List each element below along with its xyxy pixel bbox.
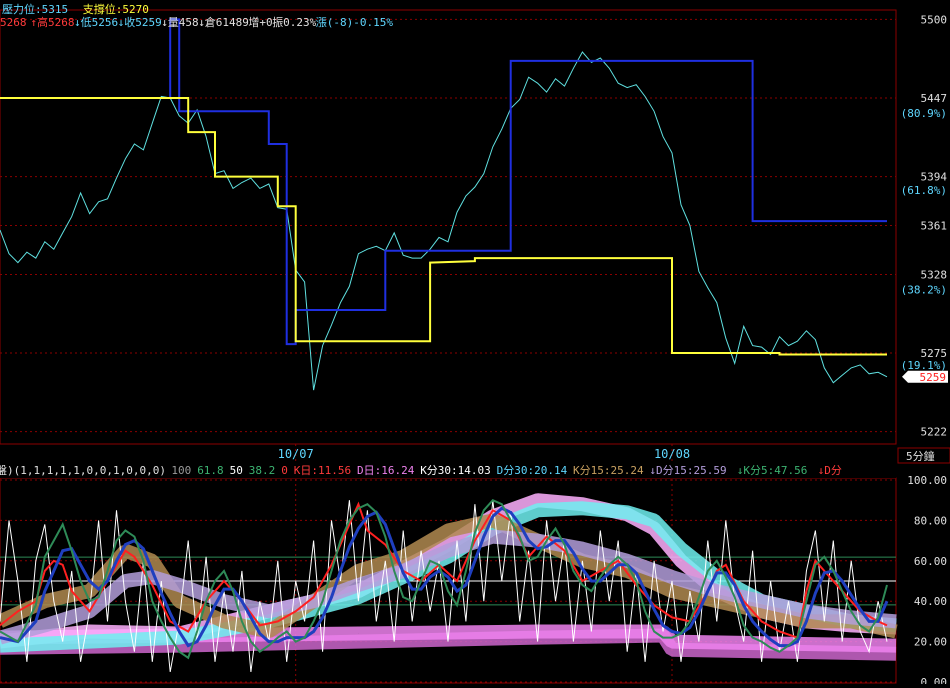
futures-chart[interactable]: 5500 5447 5394 5361 5328 5275 5222 (80.9%) (61.8… <box>0 0 950 688</box>
price-tick-label: 5447 <box>921 92 948 105</box>
timeframe-label[interactable]: 5分鐘 <box>906 449 935 463</box>
resistance-label: 壓力位:5315 <box>2 2 68 16</box>
indicator-tick-label: 40.00 <box>914 595 947 608</box>
indicator-header-item: 50 <box>230 464 243 477</box>
indicator-tick-label: 80.00 <box>914 514 947 527</box>
fib-level-label: (80.9%) <box>901 107 947 120</box>
date-label: 10/07 <box>278 447 314 461</box>
indicator-header-item: 0 <box>281 464 288 477</box>
quote-line: 5268 ↑高5268 ↓低5256 ↓收5259 ↓量458 ↓倉61489 增+0 振0.… <box>0 15 393 29</box>
quote-item: 漲(-8)-0.15% <box>316 16 394 29</box>
support-label: 支撐位:5270 <box>83 2 149 16</box>
indicator-header-item: 38.2 <box>249 464 275 477</box>
indicator-tick-label: 20.00 <box>914 636 947 649</box>
price-tick-label: 5394 <box>921 171 948 184</box>
price-tick-label: 5361 <box>921 220 948 233</box>
indicator-header: 盤)(1,1,1,1,1,0,0,1,0,0,0) 100 61.8 50 38.2 0 K… <box>0 464 842 477</box>
indicator-header-item: 100 <box>171 464 191 477</box>
fib-level-label: (61.8%) <box>901 184 947 197</box>
quote-item: ↓量458 <box>161 16 199 29</box>
quote-item: ↓倉61489 <box>198 15 249 29</box>
price-tick-label: 5222 <box>921 426 948 439</box>
indicator-header-item: K分15:25.24 <box>573 464 644 477</box>
indicator-header-item: ↓K分5:47.56 <box>737 464 808 477</box>
price-tick-label: 5500 <box>921 13 948 26</box>
indicator-header-item: K分30:14.03 <box>420 464 491 477</box>
quote-item: 增+0 <box>248 15 272 29</box>
last-price-label: 5259 <box>920 371 947 384</box>
quote-item: ↓收5259 <box>118 15 162 29</box>
quote-item: ↑高5268 <box>30 15 74 29</box>
indicator-tick-label: 0.00 <box>921 676 948 684</box>
fib-level-label: (38.2%) <box>901 283 947 296</box>
indicator-header-item: 盤)(1,1,1,1,1,0,0,1,0,0,0) <box>0 464 166 477</box>
indicator-header-item: ↓D分15:25.59 <box>649 464 726 477</box>
indicator-header-item: K日:11.56 <box>294 464 351 477</box>
indicator-tick-label: 100.00 <box>907 474 947 487</box>
price-tick-label: 5328 <box>921 268 948 281</box>
chart-canvas[interactable]: 5500544753945361532852755222(80.9%)(61.8… <box>0 0 950 688</box>
indicator-tick-label: 60.00 <box>914 555 947 568</box>
indicator-header-item: ↓D分 <box>818 464 842 477</box>
date-label: 10/08 <box>654 447 690 461</box>
quote-item: 振0.23% <box>272 15 316 29</box>
quote-item: 5268 <box>0 16 27 29</box>
indicator-header-item: D分30:20.14 <box>497 464 568 477</box>
quote-item: ↓低5256 <box>74 16 118 29</box>
indicator-header-item: 61.8 <box>197 464 224 477</box>
indicator-header-item: D日:16.24 <box>357 464 415 477</box>
